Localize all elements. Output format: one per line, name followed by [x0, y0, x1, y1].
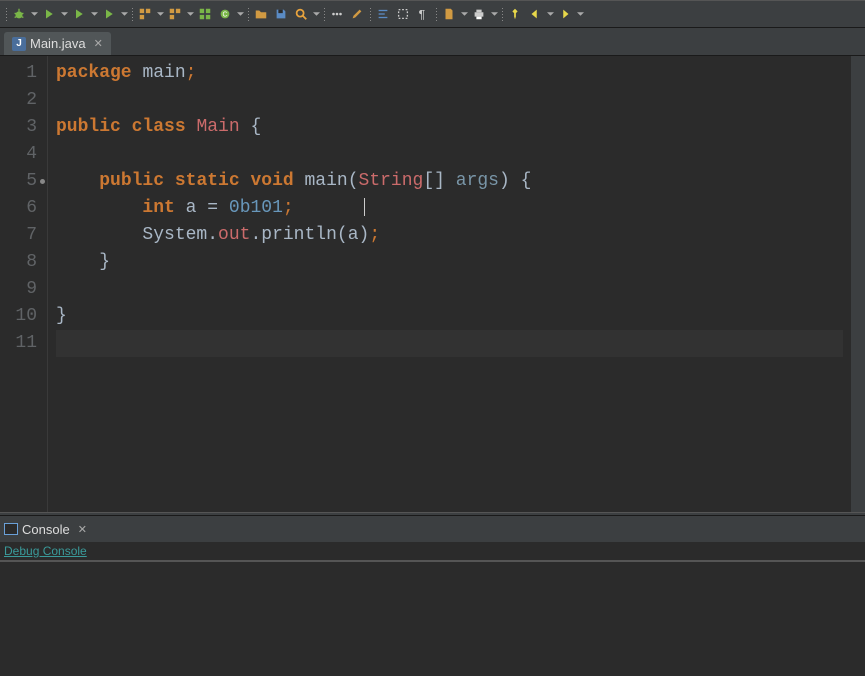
new-file-icon[interactable] — [166, 4, 184, 24]
format-icon[interactable] — [374, 4, 392, 24]
console-tab-label: Console — [22, 522, 70, 537]
dropdown-arrow-icon[interactable] — [236, 12, 244, 16]
toolbar-separator[interactable] — [368, 6, 372, 22]
console-tab[interactable]: Console ✕ — [4, 522, 87, 537]
bug-icon[interactable] — [10, 4, 28, 24]
line-number[interactable]: 11 — [4, 330, 37, 357]
code-line[interactable]: System.out.println(a); — [56, 222, 843, 249]
dropdown-arrow-icon[interactable] — [60, 12, 68, 16]
code-line[interactable] — [56, 87, 843, 114]
close-tab-icon[interactable]: ✕ — [94, 37, 103, 50]
code-line[interactable]: int a = 0b101; — [56, 195, 843, 222]
pilcrow-icon[interactable]: ¶ — [414, 4, 432, 24]
line-number[interactable]: 4 — [4, 141, 37, 168]
dropdown-arrow-icon[interactable] — [312, 12, 320, 16]
code-line[interactable] — [56, 276, 843, 303]
close-console-icon[interactable]: ✕ — [78, 523, 87, 536]
line-number[interactable]: 3 — [4, 114, 37, 141]
dropdown-arrow-icon[interactable] — [90, 12, 98, 16]
line-number[interactable]: 9 — [4, 276, 37, 303]
dropdown-arrow-icon[interactable] — [120, 12, 128, 16]
new-package-icon[interactable] — [196, 4, 214, 24]
editor-tab-bar: J Main.java ✕ — [0, 28, 865, 56]
coverage-icon[interactable] — [100, 4, 118, 24]
dropdown-arrow-icon[interactable] — [186, 12, 194, 16]
line-number[interactable]: 1 — [4, 60, 37, 87]
main-toolbar: C¶ — [0, 0, 865, 28]
page-icon[interactable] — [440, 4, 458, 24]
line-number[interactable]: 2 — [4, 87, 37, 114]
code-line[interactable]: package main; — [56, 60, 843, 87]
save-icon[interactable] — [272, 4, 290, 24]
print-icon[interactable] — [470, 4, 488, 24]
code-line[interactable] — [56, 330, 843, 357]
toolbar-separator[interactable] — [246, 6, 250, 22]
forward-icon[interactable] — [556, 4, 574, 24]
search-icon[interactable] — [292, 4, 310, 24]
line-number[interactable]: 7 — [4, 222, 37, 249]
debug-console-link[interactable]: Debug Console — [0, 542, 865, 560]
dropdown-arrow-icon[interactable] — [460, 12, 468, 16]
dropdown-arrow-icon[interactable] — [576, 12, 584, 16]
dropdown-arrow-icon[interactable] — [546, 12, 554, 16]
edit-icon[interactable] — [348, 4, 366, 24]
vertical-scrollbar[interactable] — [851, 56, 865, 512]
toolbar-separator[interactable] — [130, 6, 134, 22]
editor-tab-main[interactable]: J Main.java ✕ — [4, 32, 111, 55]
dropdown-arrow-icon[interactable] — [156, 12, 164, 16]
toolbar-separator[interactable] — [4, 6, 8, 22]
open-folder-icon[interactable] — [252, 4, 270, 24]
code-line[interactable]: public class Main { — [56, 114, 843, 141]
dropdown-arrow-icon[interactable] — [490, 12, 498, 16]
console-output[interactable] — [0, 560, 865, 676]
dropdown-arrow-icon[interactable] — [30, 12, 38, 16]
run-alt-icon[interactable] — [70, 4, 88, 24]
text-cursor — [364, 198, 365, 216]
line-number[interactable]: 5 — [4, 168, 37, 195]
toolbar-separator[interactable] — [500, 6, 504, 22]
svg-text:¶: ¶ — [419, 7, 426, 21]
console-panel: Console ✕ Debug Console — [0, 516, 865, 676]
code-line[interactable] — [56, 141, 843, 168]
console-tab-bar: Console ✕ — [0, 516, 865, 542]
new-project-icon[interactable] — [136, 4, 154, 24]
toolbar-separator[interactable] — [322, 6, 326, 22]
code-line[interactable]: } — [56, 303, 843, 330]
pin-icon[interactable] — [506, 4, 524, 24]
code-content[interactable]: package main; public class Main { public … — [48, 56, 851, 512]
java-file-icon: J — [12, 37, 26, 51]
line-gutter: 1234567891011 — [0, 56, 48, 512]
editor-tab-label: Main.java — [30, 36, 86, 51]
back-icon[interactable] — [526, 4, 544, 24]
svg-text:C: C — [222, 12, 227, 19]
line-number[interactable]: 8 — [4, 249, 37, 276]
console-icon — [4, 523, 18, 535]
code-editor[interactable]: 1234567891011 package main; public class … — [0, 56, 865, 512]
toggle-breakpoint-icon[interactable] — [328, 4, 346, 24]
run-icon[interactable] — [40, 4, 58, 24]
line-number[interactable]: 6 — [4, 195, 37, 222]
code-line[interactable]: } — [56, 249, 843, 276]
toolbar-separator[interactable] — [434, 6, 438, 22]
new-class-icon[interactable]: C — [216, 4, 234, 24]
block-icon[interactable] — [394, 4, 412, 24]
line-number[interactable]: 10 — [4, 303, 37, 330]
code-line[interactable]: public static void main(String[] args) { — [56, 168, 843, 195]
